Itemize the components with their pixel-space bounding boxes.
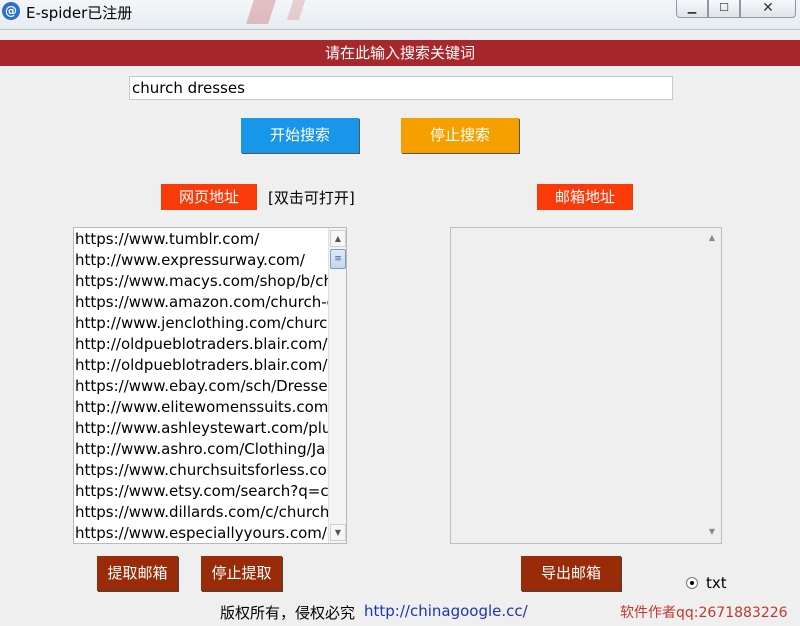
email-list-scrollbar[interactable]: ▲ ▼ <box>703 228 721 543</box>
scroll-thumb[interactable]: ≡ <box>330 249 346 269</box>
url-list-item[interactable]: http://www.ashleystewart.com/plus <box>75 418 328 439</box>
maximize-button[interactable]: ☐ <box>708 0 740 18</box>
title-decoration <box>286 0 306 20</box>
email-list-label: 邮箱地址 <box>537 184 633 210</box>
url-list-item[interactable]: http://www.elitewomenssuits.com/ <box>75 397 328 418</box>
url-list-item[interactable]: https://www.tumblr.com/ <box>75 229 328 250</box>
window-title: E-spider已注册 <box>26 4 133 22</box>
url-list-label: 网页地址 <box>161 184 257 210</box>
stop-search-button[interactable]: 停止搜索 <box>401 118 519 153</box>
url-list-item[interactable]: https://www.amazon.com/church-dresses <box>75 292 328 313</box>
url-listbox[interactable]: https://www.tumblr.com/ http://www.expre… <box>73 227 347 544</box>
url-list-item[interactable]: https://www.macys.com/shop/b/church-dres… <box>75 271 328 292</box>
url-list-item[interactable]: http://www.ashro.com/Clothing/Ja <box>75 439 328 460</box>
url-items: https://www.tumblr.com/ http://www.expre… <box>75 229 328 543</box>
double-click-hint: [双击可打开] <box>268 189 355 207</box>
txt-radio-label[interactable]: txt <box>706 574 727 592</box>
app-at-icon: @ <box>2 2 20 20</box>
txt-radio-button[interactable] <box>686 577 698 589</box>
author-contact: 软件作者qq:2671883226 <box>620 605 788 621</box>
export-email-button[interactable]: 导出邮箱 <box>521 556 621 591</box>
close-button[interactable]: ✕ <box>740 0 796 18</box>
scroll-down-icon[interactable]: ▼ <box>330 524 346 541</box>
url-list-item[interactable]: http://oldpueblotraders.blair.com/ <box>75 334 328 355</box>
keyword-prompt-banner: 请在此输入搜索关键词 <box>0 40 800 66</box>
email-listbox[interactable]: ▲ ▼ <box>450 227 722 544</box>
title-decoration <box>246 0 276 24</box>
url-list-item[interactable]: https://www.especiallyyours.com/c <box>75 523 328 543</box>
stop-extract-button[interactable]: 停止提取 <box>201 556 282 591</box>
start-search-button[interactable]: 开始搜索 <box>241 118 359 153</box>
url-list-item[interactable]: https://www.etsy.com/search?q=church <box>75 481 328 502</box>
url-list-scrollbar[interactable]: ▲ ≡ ▼ <box>328 228 346 543</box>
scroll-up-icon[interactable]: ▲ <box>330 230 346 247</box>
minimize-button[interactable]: ▁ <box>676 0 708 18</box>
title-bar: @ E-spider已注册 ▁ ☐ ✕ <box>0 0 800 30</box>
website-link[interactable]: http://chinagoogle.cc/ <box>364 602 528 620</box>
url-list-item[interactable]: http://www.jenclothing.com/church-dresse… <box>75 313 328 334</box>
url-list-item[interactable]: https://www.churchsuitsforless.com <box>75 460 328 481</box>
extract-email-button[interactable]: 提取邮箱 <box>97 556 178 591</box>
url-list-item[interactable]: https://www.ebay.com/sch/Dresses <box>75 376 328 397</box>
url-list-item[interactable]: http://oldpueblotraders.blair.com/ <box>75 355 328 376</box>
scroll-down-icon[interactable]: ▼ <box>704 524 720 540</box>
scroll-up-icon[interactable]: ▲ <box>704 230 720 246</box>
url-list-item[interactable]: http://www.expressurway.com/ <box>75 250 328 271</box>
copyright-text: 版权所有，侵权必究 <box>220 604 356 622</box>
search-input[interactable] <box>129 76 673 100</box>
url-list-item[interactable]: https://www.dillards.com/c/church <box>75 502 328 523</box>
